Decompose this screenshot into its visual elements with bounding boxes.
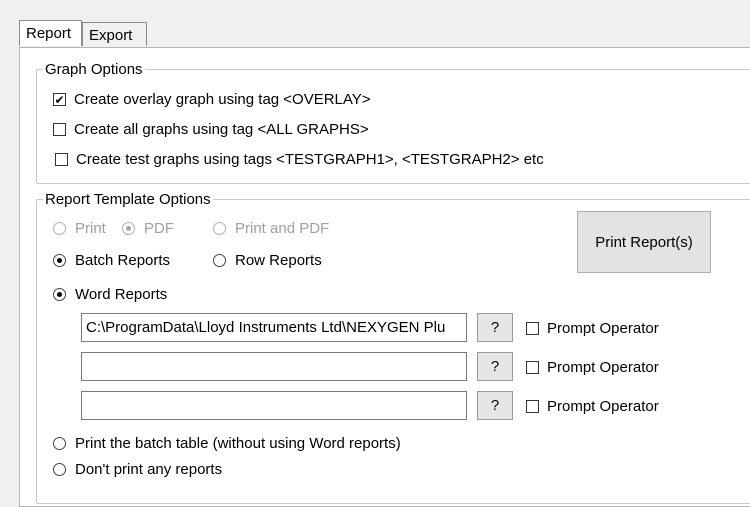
batch-reports-label: Batch Reports xyxy=(75,252,171,269)
dont-print-radio[interactable] xyxy=(53,463,66,476)
output-pdf-label: PDF xyxy=(144,220,174,237)
test-graphs-option[interactable]: Create test graphs using tags <TESTGRAPH… xyxy=(55,151,544,168)
overlay-graph-checkbox[interactable]: ✔ xyxy=(53,93,66,106)
report-template-title: Report Template Options xyxy=(45,191,211,208)
output-print-and-pdf-option[interactable]: Print and PDF xyxy=(213,220,329,237)
overlay-graph-option[interactable]: ✔ Create overlay graph using tag <OVERLA… xyxy=(53,91,371,108)
output-print-and-pdf-radio[interactable] xyxy=(213,222,226,235)
print-batch-table-label: Print the batch table (without using Wor… xyxy=(75,435,401,452)
help-button-1[interactable]: ? xyxy=(477,313,513,342)
word-template-path-input-1[interactable]: C:\ProgramData\Lloyd Instruments Ltd\NEX… xyxy=(81,313,467,342)
prompt-operator-option-1[interactable]: Prompt Operator xyxy=(526,320,659,337)
all-graphs-label: Create all graphs using tag <ALL GRAPHS> xyxy=(74,121,369,138)
report-tab-panel: Graph Options ✔ Create overlay graph usi… xyxy=(19,47,750,507)
help-button-2[interactable]: ? xyxy=(477,352,513,381)
output-print-radio[interactable] xyxy=(53,222,66,235)
word-reports-radio[interactable] xyxy=(53,288,66,301)
test-graphs-label: Create test graphs using tags <TESTGRAPH… xyxy=(76,151,544,168)
batch-reports-radio[interactable] xyxy=(53,254,66,267)
test-graphs-checkbox[interactable] xyxy=(55,153,68,166)
row-reports-label: Row Reports xyxy=(235,252,322,269)
dont-print-option[interactable]: Don't print any reports xyxy=(53,461,222,478)
prompt-operator-label-2: Prompt Operator xyxy=(547,359,659,376)
output-pdf-radio[interactable] xyxy=(122,222,135,235)
row-reports-radio[interactable] xyxy=(213,254,226,267)
batch-reports-option[interactable]: Batch Reports xyxy=(53,252,170,269)
overlay-graph-label: Create overlay graph using tag <OVERLAY> xyxy=(74,91,371,108)
prompt-operator-label-3: Prompt Operator xyxy=(547,398,659,415)
output-print-option[interactable]: Print xyxy=(53,220,106,237)
tab-export[interactable]: Export xyxy=(82,22,147,46)
prompt-operator-checkbox-2[interactable] xyxy=(526,361,539,374)
prompt-operator-option-2[interactable]: Prompt Operator xyxy=(526,359,659,376)
checkmark-icon: ✔ xyxy=(54,92,65,107)
output-print-and-pdf-label: Print and PDF xyxy=(235,220,330,237)
prompt-operator-checkbox-1[interactable] xyxy=(526,322,539,335)
output-print-label: Print xyxy=(75,220,106,237)
all-graphs-checkbox[interactable] xyxy=(53,123,66,136)
prompt-operator-option-3[interactable]: Prompt Operator xyxy=(526,398,659,415)
prompt-operator-checkbox-3[interactable] xyxy=(526,400,539,413)
word-reports-label: Word Reports xyxy=(75,286,168,303)
word-reports-option[interactable]: Word Reports xyxy=(53,286,167,303)
print-batch-table-option[interactable]: Print the batch table (without using Wor… xyxy=(53,435,401,452)
print-batch-table-radio[interactable] xyxy=(53,437,66,450)
word-template-path-input-3[interactable] xyxy=(81,391,467,420)
print-reports-button[interactable]: Print Report(s) xyxy=(577,211,711,273)
dont-print-label: Don't print any reports xyxy=(75,461,223,478)
row-reports-option[interactable]: Row Reports xyxy=(213,252,322,269)
output-pdf-option[interactable]: PDF xyxy=(122,220,174,237)
prompt-operator-label-1: Prompt Operator xyxy=(547,320,659,337)
help-button-3[interactable]: ? xyxy=(477,391,513,420)
graph-options-title: Graph Options xyxy=(45,61,143,78)
all-graphs-option[interactable]: Create all graphs using tag <ALL GRAPHS> xyxy=(53,121,369,138)
tab-report[interactable]: Report xyxy=(19,20,82,46)
word-template-path-input-2[interactable] xyxy=(81,352,467,381)
